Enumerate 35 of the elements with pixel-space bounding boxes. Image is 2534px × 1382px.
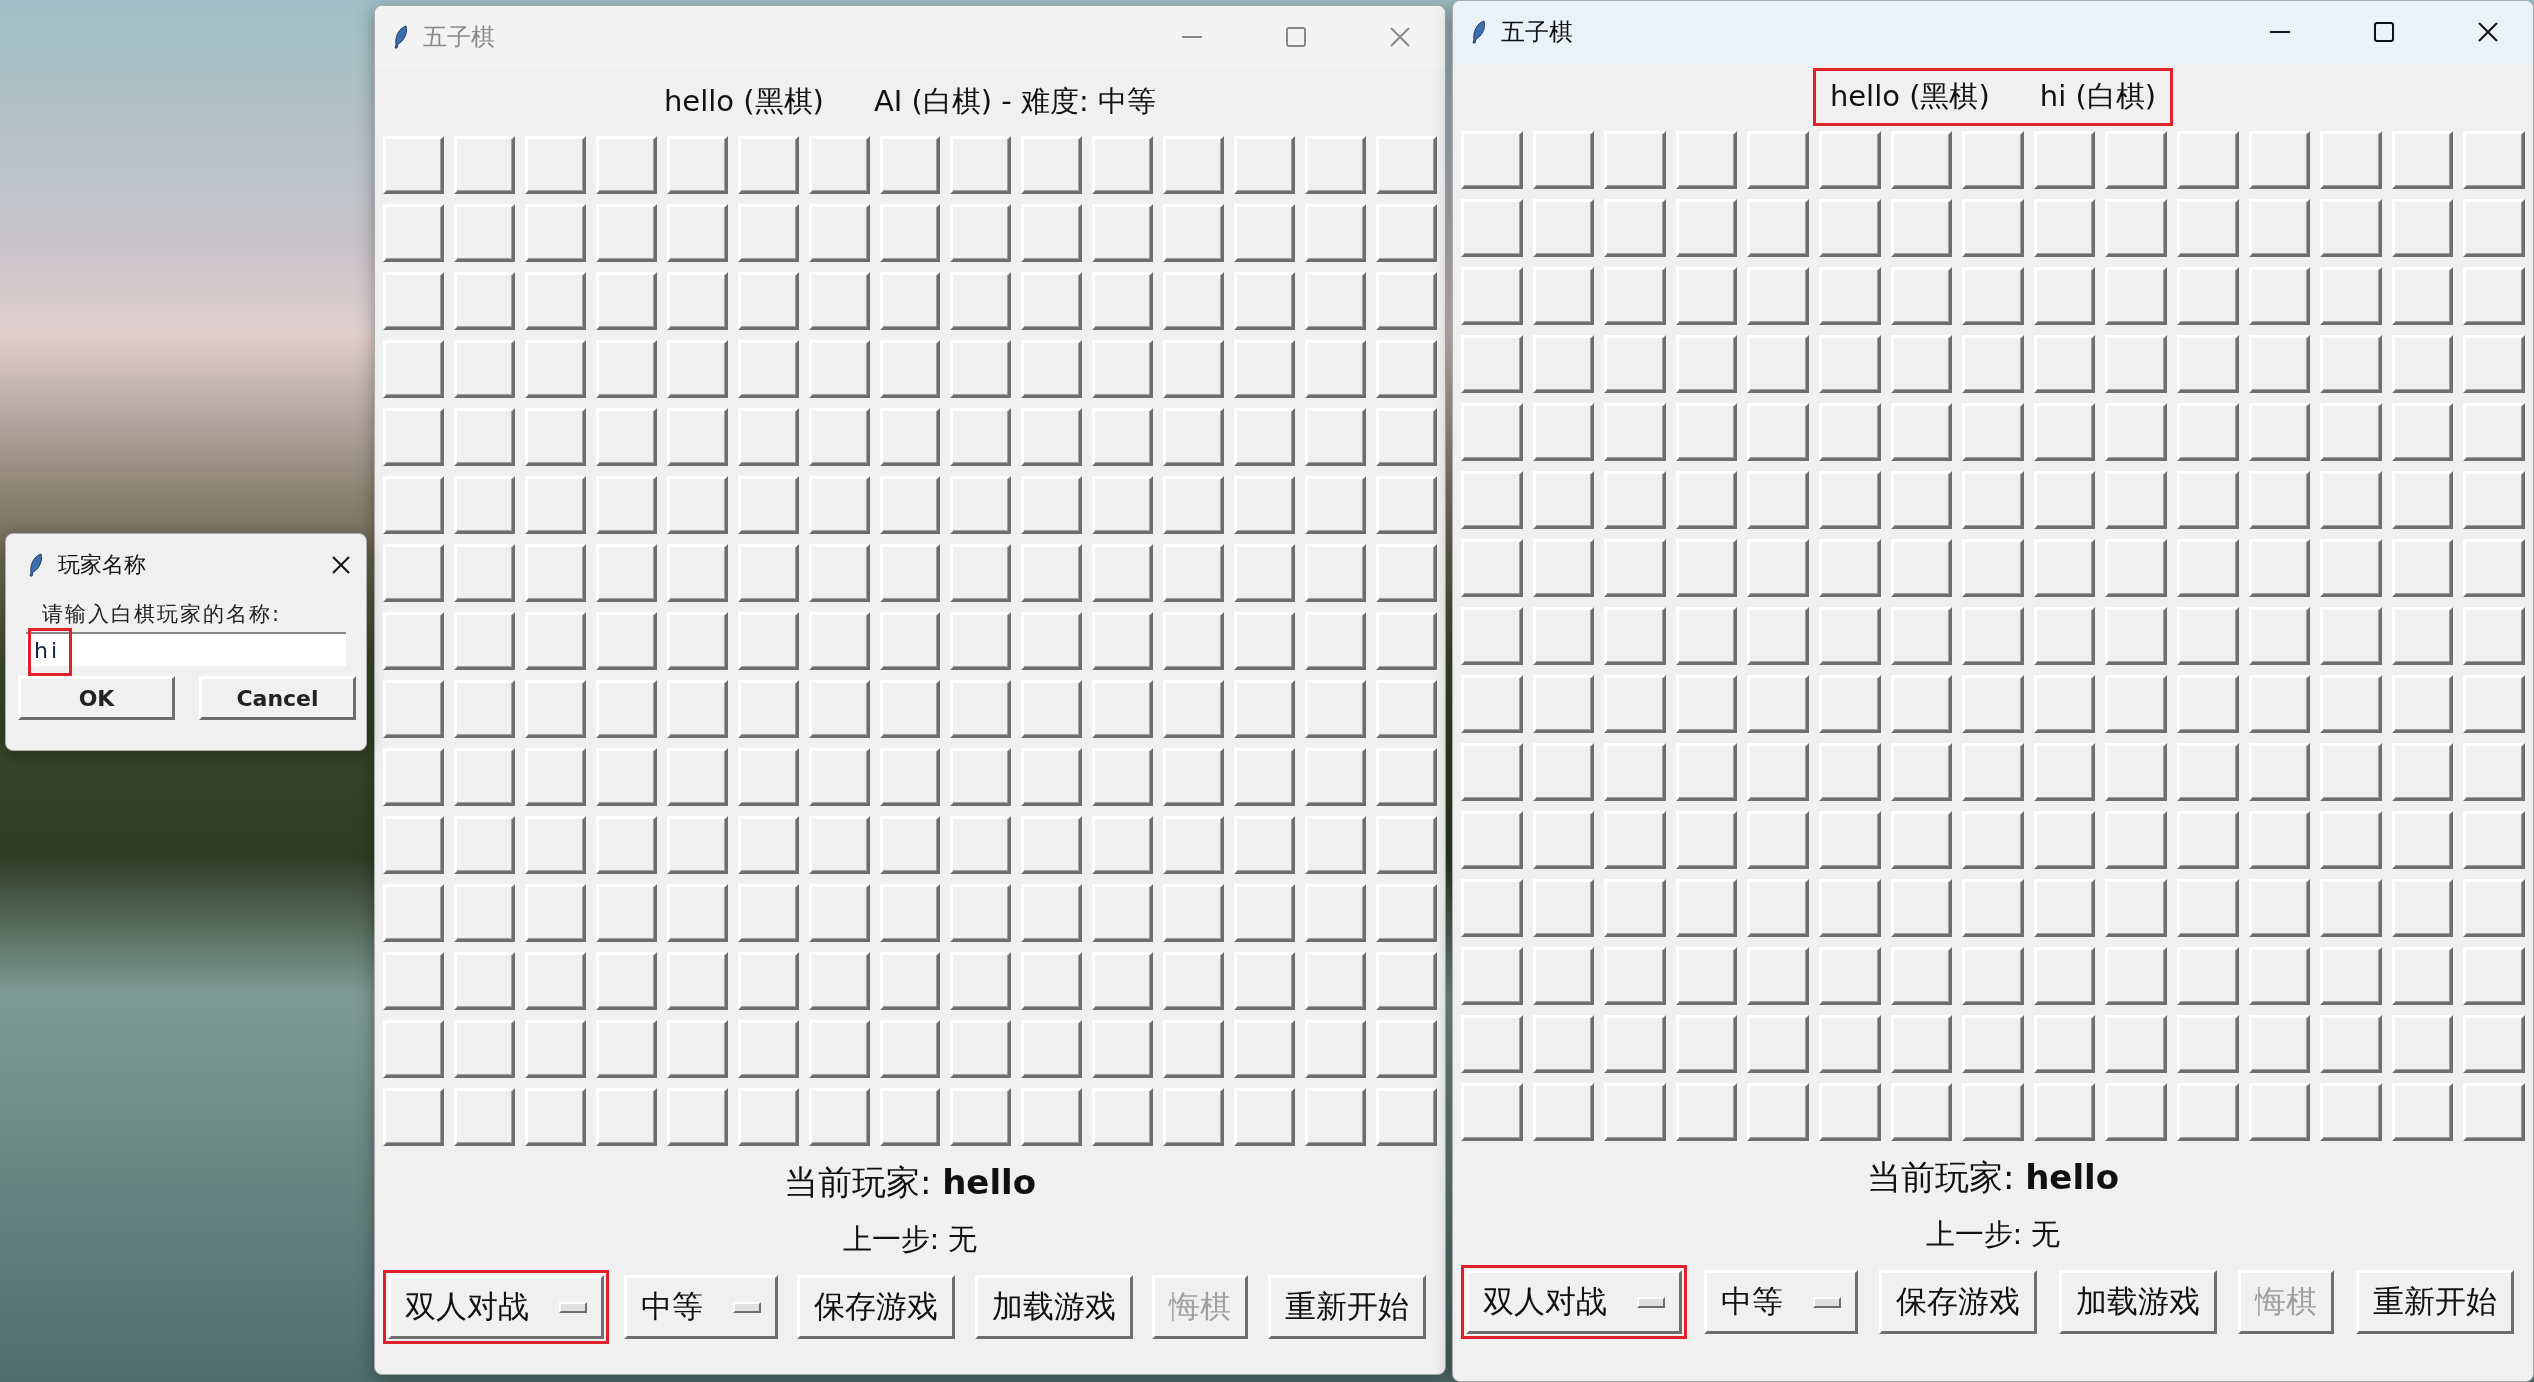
last-move-text: 上一步: 无 [1924,1216,2062,1253]
game-button[interactable]: 重新开始 [1267,1275,1426,1339]
dropdown-indicator-icon [559,1301,587,1313]
player-label: AI (白棋) - 难度: 中等 [873,83,1157,120]
player-label: hello (黑棋) [1829,78,1990,115]
dialog-button[interactable]: OK [18,676,175,720]
feather-icon [1471,20,1487,44]
mode-dropdown[interactable]: 中等 [1703,1270,1858,1334]
name-input-field[interactable]: hi [26,632,346,666]
mode-dropdown[interactable]: 双人对战 [1466,1270,1682,1334]
feather-icon [393,25,409,49]
game-button[interactable]: 加载游戏 [2058,1270,2217,1334]
mode-dropdown[interactable]: 双人对战 [388,1275,604,1339]
game-button[interactable]: 重新开始 [2355,1270,2514,1334]
game-button[interactable]: 加载游戏 [974,1275,1133,1339]
close-icon[interactable] [2478,22,2498,42]
player-label: hi (白棋) [2039,78,2157,115]
current-player-text: 当前玩家: hello [1865,1156,2121,1199]
window-title: 五子棋 [423,22,496,53]
prompt-text: 请输入白棋玩家的名称: [41,601,283,628]
maximize-icon[interactable] [2374,22,2394,42]
window-title: 五子棋 [1501,17,1574,48]
dropdown-indicator-icon [1812,1296,1841,1308]
dialog-button[interactable]: Cancel [199,676,356,720]
player-label: hello (黑棋) [663,83,824,120]
close-icon[interactable] [332,556,350,574]
dropdown-indicator-icon [732,1301,761,1313]
game-button[interactable]: 保存游戏 [1879,1270,2038,1334]
game-button[interactable]: 保存游戏 [797,1275,956,1339]
mode-dropdown[interactable]: 中等 [623,1275,778,1339]
feather-icon [28,553,44,577]
current-player-text: 当前玩家: hello [782,1161,1038,1204]
dialog-title: 玩家名称 [58,551,147,579]
dropdown-indicator-icon [1637,1296,1665,1308]
last-move-text: 上一步: 无 [841,1221,979,1258]
